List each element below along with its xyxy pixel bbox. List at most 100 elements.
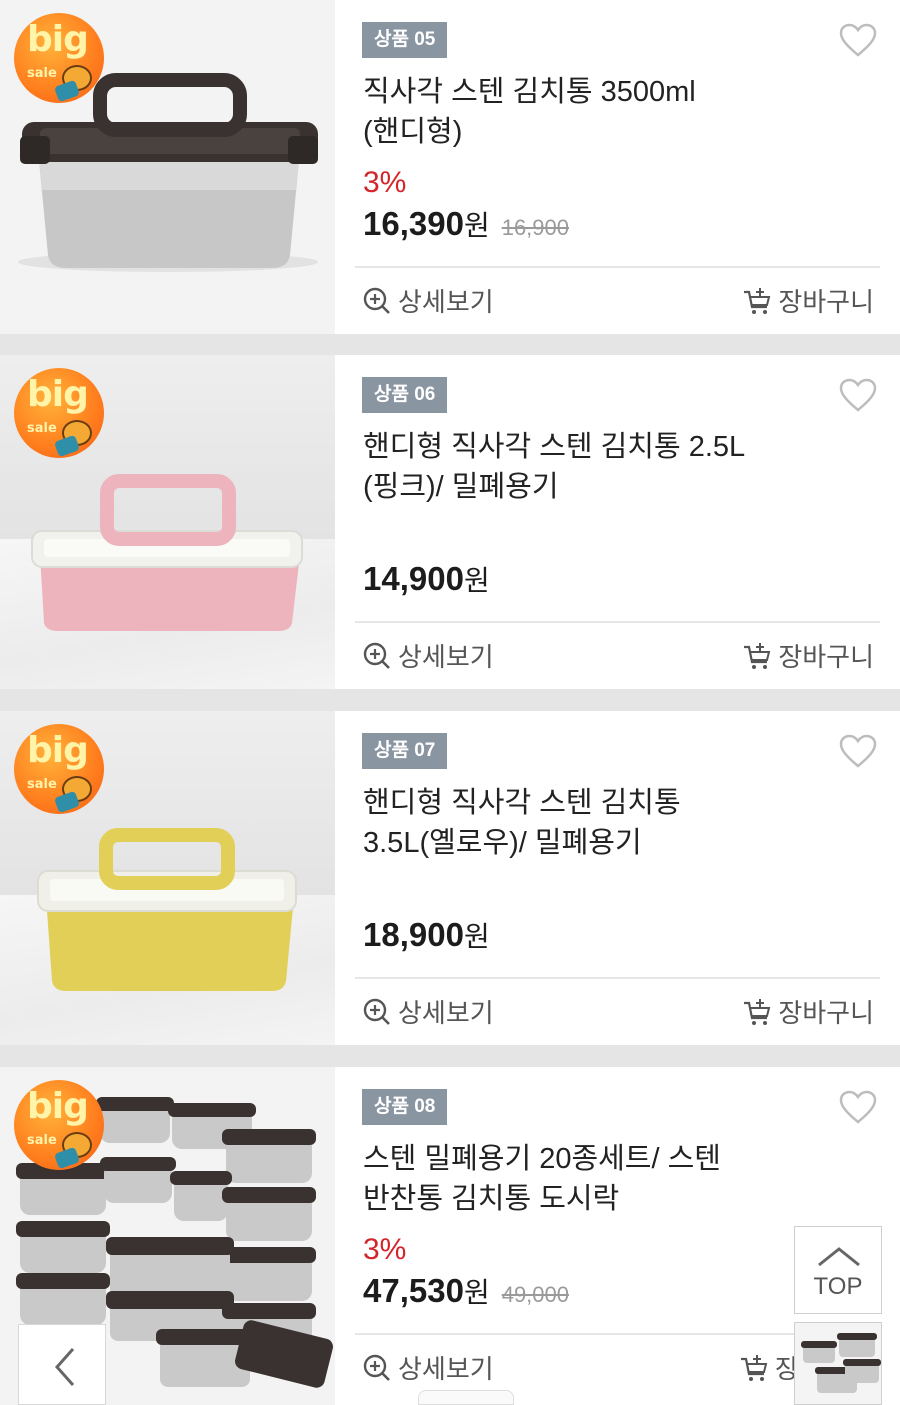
big-sale-badge: big sale <box>14 368 104 458</box>
sale-price-value: 16,390 <box>363 205 464 242</box>
discount-rate: 3% <box>363 1233 407 1266</box>
big-sale-badge: big sale <box>14 13 104 103</box>
product-info: 상품 07 핸디형 직사각 스텐 김치통 3.5L(옐로우)/ 밀폐용기 18,… <box>335 711 900 1045</box>
product-title-line2: (핸디형) <box>363 116 463 148</box>
divider <box>355 621 880 623</box>
product-card[interactable]: big sale 상품 07 핸디형 직사각 스텐 김치통 3.5L(옐로우)/… <box>0 711 900 1045</box>
price-row: 14,900원 <box>363 559 490 599</box>
price-unit: 원 <box>463 565 490 596</box>
detail-view-button[interactable]: 상세보기 <box>362 282 494 319</box>
recent-product-image <box>795 1323 881 1404</box>
sale-price-value: 14,900 <box>363 560 464 597</box>
chevron-up-icon <box>818 1247 860 1267</box>
product-title-line2: 반찬통 김치통 도시락 <box>363 1183 620 1215</box>
zoom-in-icon <box>363 1354 390 1381</box>
badge-sale-text: sale <box>27 421 57 436</box>
price-unit: 원 <box>463 1277 490 1308</box>
product-card[interactable]: big sale 상품 05 직사각 스텐 김치통 3500ml (핸디형) 3… <box>0 0 900 334</box>
product-card[interactable]: big sale 상품 08 스텐 밀폐용기 20종세트/ 스텐 반찬통 김치통… <box>0 1067 900 1405</box>
product-title-line2: (핑크)/ 밀폐용기 <box>363 471 559 503</box>
badge-big-text: big <box>27 19 89 60</box>
big-sale-badge: big sale <box>14 1080 104 1170</box>
wishlist-heart-icon[interactable] <box>838 1089 878 1125</box>
badge-big-text: big <box>27 730 89 771</box>
product-title-line1: 핸디형 직사각 스텐 김치통 2.5L <box>363 431 746 463</box>
badge-big-text: big <box>27 374 89 415</box>
cart-add-icon <box>744 287 771 314</box>
price-unit: 원 <box>463 921 490 952</box>
price-row: 16,390원 16,900 <box>363 204 569 244</box>
product-number-tag: 상품 08 <box>362 1089 448 1125</box>
product-title[interactable]: 핸디형 직사각 스텐 김치통 2.5L (핑크)/ 밀폐용기 <box>363 427 843 507</box>
big-sale-badge: big sale <box>14 724 104 814</box>
detail-view-button[interactable]: 상세보기 <box>362 1349 494 1386</box>
product-image[interactable]: big sale <box>0 711 335 1045</box>
mascot-accessory-icon <box>53 434 81 458</box>
add-to-cart-label: 장바구니 <box>778 998 874 1028</box>
divider <box>355 977 880 979</box>
back-button[interactable] <box>18 1324 106 1405</box>
price-row: 18,900원 <box>363 915 490 955</box>
product-info: 상품 06 핸디형 직사각 스텐 김치통 2.5L (핑크)/ 밀폐용기 14,… <box>335 355 900 689</box>
cart-add-icon <box>744 998 771 1025</box>
product-card[interactable]: big sale 상품 06 핸디형 직사각 스텐 김치통 2.5L (핑크)/… <box>0 355 900 689</box>
product-info: 상품 05 직사각 스텐 김치통 3500ml (핸디형) 3% 16,390원… <box>335 0 900 334</box>
product-number-tag: 상품 07 <box>362 733 448 769</box>
cart-add-icon <box>741 1354 768 1381</box>
original-price: 16,900 <box>501 215 569 240</box>
product-image[interactable]: big sale <box>0 355 335 689</box>
scroll-to-top-button[interactable]: TOP <box>794 1226 882 1314</box>
wishlist-heart-icon[interactable] <box>838 22 878 58</box>
wishlist-heart-icon[interactable] <box>838 377 878 413</box>
sale-price-value: 18,900 <box>363 916 464 953</box>
cart-add-icon <box>744 642 771 669</box>
product-image[interactable]: big sale <box>0 0 335 334</box>
detail-view-label: 상세보기 <box>398 1354 494 1384</box>
price-unit: 원 <box>463 210 490 241</box>
detail-view-label: 상세보기 <box>398 998 494 1028</box>
badge-sale-text: sale <box>27 1133 57 1148</box>
add-to-cart-label: 장바구니 <box>778 287 874 317</box>
detail-view-button[interactable]: 상세보기 <box>362 993 494 1030</box>
add-to-cart-button[interactable]: 장바구니 <box>742 993 874 1030</box>
recently-viewed-thumbnail[interactable] <box>794 1322 882 1405</box>
sale-price: 47,530원 <box>363 1271 490 1311</box>
badge-sale-text: sale <box>27 66 57 81</box>
sale-price: 18,900원 <box>363 915 490 955</box>
price-row: 47,530원 49,000 <box>363 1271 569 1311</box>
product-title[interactable]: 스텐 밀폐용기 20종세트/ 스텐 반찬통 김치통 도시락 <box>363 1139 843 1219</box>
sale-price-value: 47,530 <box>363 1272 464 1309</box>
product-title-line1: 직사각 스텐 김치통 3500ml <box>363 76 696 108</box>
product-title-line2: 3.5L(옐로우)/ 밀폐용기 <box>363 827 642 859</box>
chevron-left-icon <box>54 1348 75 1386</box>
add-to-cart-label: 장바구니 <box>778 642 874 672</box>
product-number-tag: 상품 05 <box>362 22 448 58</box>
mascot-accessory-icon <box>53 79 81 103</box>
add-to-cart-button[interactable]: 장 <box>739 1349 799 1386</box>
add-to-cart-button[interactable]: 장바구니 <box>742 282 874 319</box>
product-title-line1: 핸디형 직사각 스텐 김치통 <box>363 787 681 819</box>
sale-price: 16,390원 <box>363 204 490 244</box>
mascot-accessory-icon <box>53 1146 81 1170</box>
detail-view-label: 상세보기 <box>398 642 494 672</box>
scroll-handle[interactable] <box>418 1390 514 1405</box>
wishlist-heart-icon[interactable] <box>838 733 878 769</box>
detail-view-label: 상세보기 <box>398 287 494 317</box>
detail-view-button[interactable]: 상세보기 <box>362 637 494 674</box>
product-title-line1: 스텐 밀폐용기 20종세트/ 스텐 <box>363 1143 721 1175</box>
sale-price: 14,900원 <box>363 559 490 599</box>
product-title[interactable]: 핸디형 직사각 스텐 김치통 3.5L(옐로우)/ 밀폐용기 <box>363 783 843 863</box>
zoom-in-icon <box>363 642 390 669</box>
zoom-in-icon <box>363 287 390 314</box>
product-number-tag: 상품 06 <box>362 377 448 413</box>
badge-sale-text: sale <box>27 777 57 792</box>
add-to-cart-button[interactable]: 장바구니 <box>742 637 874 674</box>
badge-big-text: big <box>27 1086 89 1127</box>
original-price: 49,000 <box>501 1282 569 1307</box>
mascot-accessory-icon <box>53 790 81 814</box>
zoom-in-icon <box>363 998 390 1025</box>
product-title[interactable]: 직사각 스텐 김치통 3500ml (핸디형) <box>363 72 843 152</box>
discount-rate: 3% <box>363 166 407 199</box>
top-label: TOP <box>813 1273 863 1300</box>
divider <box>355 266 880 268</box>
